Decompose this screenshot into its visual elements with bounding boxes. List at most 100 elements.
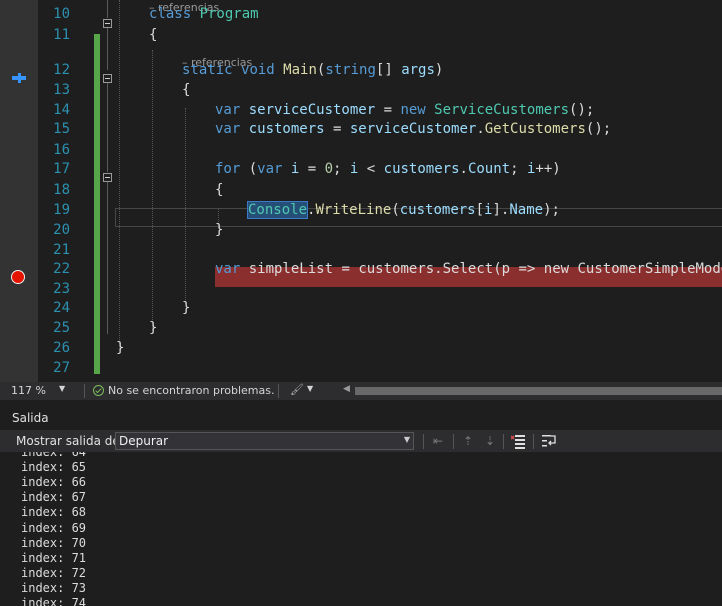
find-message-in-code-icon[interactable]: ⇤ (430, 433, 446, 449)
output-line: index: 70 (21, 535, 87, 550)
code-text[interactable]: { (182, 80, 190, 100)
editor-status-bar: 117 % ▼ No se encontraron problemas. 🖌 ▼… (0, 382, 722, 400)
scroll-left-icon[interactable]: ◀ (343, 384, 350, 394)
code-text[interactable]: { (149, 25, 157, 45)
code-token: var (215, 102, 249, 118)
toggle-word-wrap-icon[interactable] (541, 433, 557, 449)
collapse-class-toggle[interactable] (103, 19, 112, 28)
collapse-for-toggle[interactable] (103, 173, 112, 182)
highlighted-token: Console (246, 201, 309, 219)
code-line[interactable]: 24} (0, 298, 722, 318)
code-line[interactable]: 16 (0, 140, 722, 160)
breakpoint-icon[interactable] (11, 270, 25, 284)
code-line[interactable]: 13 { (0, 80, 722, 100)
zoom-level[interactable]: 117 % (11, 384, 46, 397)
divider (533, 434, 534, 449)
output-text-area[interactable]: index: 64 index: 65 index: 66 index: 67 inde… (0, 452, 722, 606)
code-token: var (215, 261, 249, 277)
code-text[interactable]: class Program (149, 4, 259, 24)
divider (423, 434, 424, 449)
output-line: index: 69 (21, 520, 87, 535)
code-text[interactable]: } (215, 220, 223, 240)
clear-all-icon[interactable] (511, 433, 527, 449)
code-text[interactable]: var serviceCustomer = new ServiceCustome… (215, 100, 594, 120)
code-cleanup-dropdown-icon[interactable]: ▼ (307, 384, 313, 393)
code-text[interactable]: } (149, 318, 157, 338)
line-number: 14 (53, 102, 70, 118)
line-number: 19 (53, 202, 70, 218)
code-token: CustomerSimpleModel (577, 261, 722, 277)
output-source-value: Depurar (119, 434, 169, 448)
code-line[interactable]: 19 Console.WriteLine(customers[i].Name); (0, 200, 722, 220)
code-line[interactable]: 18 { (0, 180, 722, 200)
code-text[interactable]: { (215, 180, 223, 200)
code-token: ( (493, 261, 502, 277)
code-token: ]. (492, 202, 510, 218)
code-token: Count (467, 161, 511, 177)
code-token: ( (248, 161, 258, 177)
output-line: index: 72 (21, 565, 87, 580)
code-token: ) (434, 62, 444, 78)
output-panel-title: Salida (12, 411, 49, 425)
code-text[interactable]: var customers = serviceCustomer.GetCusto… (215, 119, 611, 139)
divider (84, 384, 85, 398)
code-line[interactable]: 15 var customers = serviceCustomer.GetCus… (0, 119, 722, 139)
line-number: 20 (53, 222, 70, 238)
code-token: = (333, 261, 359, 277)
code-token: GetCustomers (484, 121, 586, 137)
output-line: index: 73 (21, 580, 87, 595)
collapse-method-toggle[interactable] (103, 74, 112, 83)
code-token: for (215, 161, 249, 177)
problems-status[interactable]: No se encontraron problemas. (108, 384, 274, 397)
code-text[interactable]: Console.WriteLine(customers[i].Name); (246, 200, 560, 220)
code-line[interactable]: 26} (0, 338, 722, 358)
check-circle-icon[interactable] (93, 385, 104, 396)
code-token: customers (399, 202, 476, 218)
horizontal-scrollbar-thumb[interactable] (355, 387, 722, 395)
code-token: var (257, 161, 291, 177)
code-token: string (325, 62, 376, 78)
code-line[interactable]: 21 (0, 240, 722, 260)
code-text[interactable]: static void Main(string[] args) (182, 60, 443, 80)
previous-message-icon[interactable]: ⇡ (460, 433, 476, 449)
zoom-dropdown-icon[interactable]: ▼ (59, 384, 65, 393)
code-token: args (401, 62, 435, 78)
line-number: 17 (53, 161, 70, 177)
code-line[interactable]: 23 (0, 279, 722, 299)
code-line[interactable]: 11 { (0, 25, 722, 45)
code-token: p (501, 261, 511, 277)
output-source-select[interactable]: Depurar ▼ (115, 432, 414, 450)
code-line[interactable]: 22 var simpleList = customers.Select(p =>… (0, 259, 722, 279)
code-token: } (215, 222, 224, 238)
line-number: 15 (53, 121, 70, 137)
code-line[interactable]: 20} (0, 220, 722, 240)
code-line[interactable]: 14 var serviceCustomer = new ServiceCusto… (0, 100, 722, 120)
code-token: Name (509, 202, 544, 218)
code-text[interactable]: var simpleList = customers.Select(p => n… (215, 259, 722, 279)
codelens-pin-icon[interactable] (11, 71, 27, 85)
code-line[interactable]: 25} (0, 318, 722, 338)
code-text[interactable]: } (116, 338, 124, 358)
line-number: 21 (53, 242, 70, 258)
code-editor[interactable]: – referencias – referencias 10 class Prog… (0, 0, 722, 382)
output-panel-header: Salida (0, 408, 722, 428)
code-token: Select (442, 261, 494, 277)
horizontal-scrollbar[interactable] (355, 387, 722, 395)
code-token: => (510, 261, 544, 277)
code-line[interactable]: 27 (0, 358, 722, 378)
code-token: customers (248, 121, 325, 137)
code-token: ; (510, 161, 527, 177)
code-token: . (459, 161, 468, 177)
code-token: (); (569, 102, 595, 118)
line-number: 11 (53, 27, 70, 43)
code-token: void (241, 62, 284, 78)
code-token: new (543, 261, 578, 277)
code-text[interactable]: } (182, 298, 190, 318)
code-token: (); (585, 121, 612, 137)
code-token: customers (358, 261, 435, 277)
code-token: = (375, 102, 401, 118)
code-token: simpleList (248, 261, 334, 277)
code-text[interactable]: for (var i = 0; i < customers.Count; i++… (215, 159, 561, 179)
code-cleanup-icon[interactable]: 🖌 (290, 383, 304, 396)
next-message-icon[interactable]: ⇣ (482, 433, 498, 449)
